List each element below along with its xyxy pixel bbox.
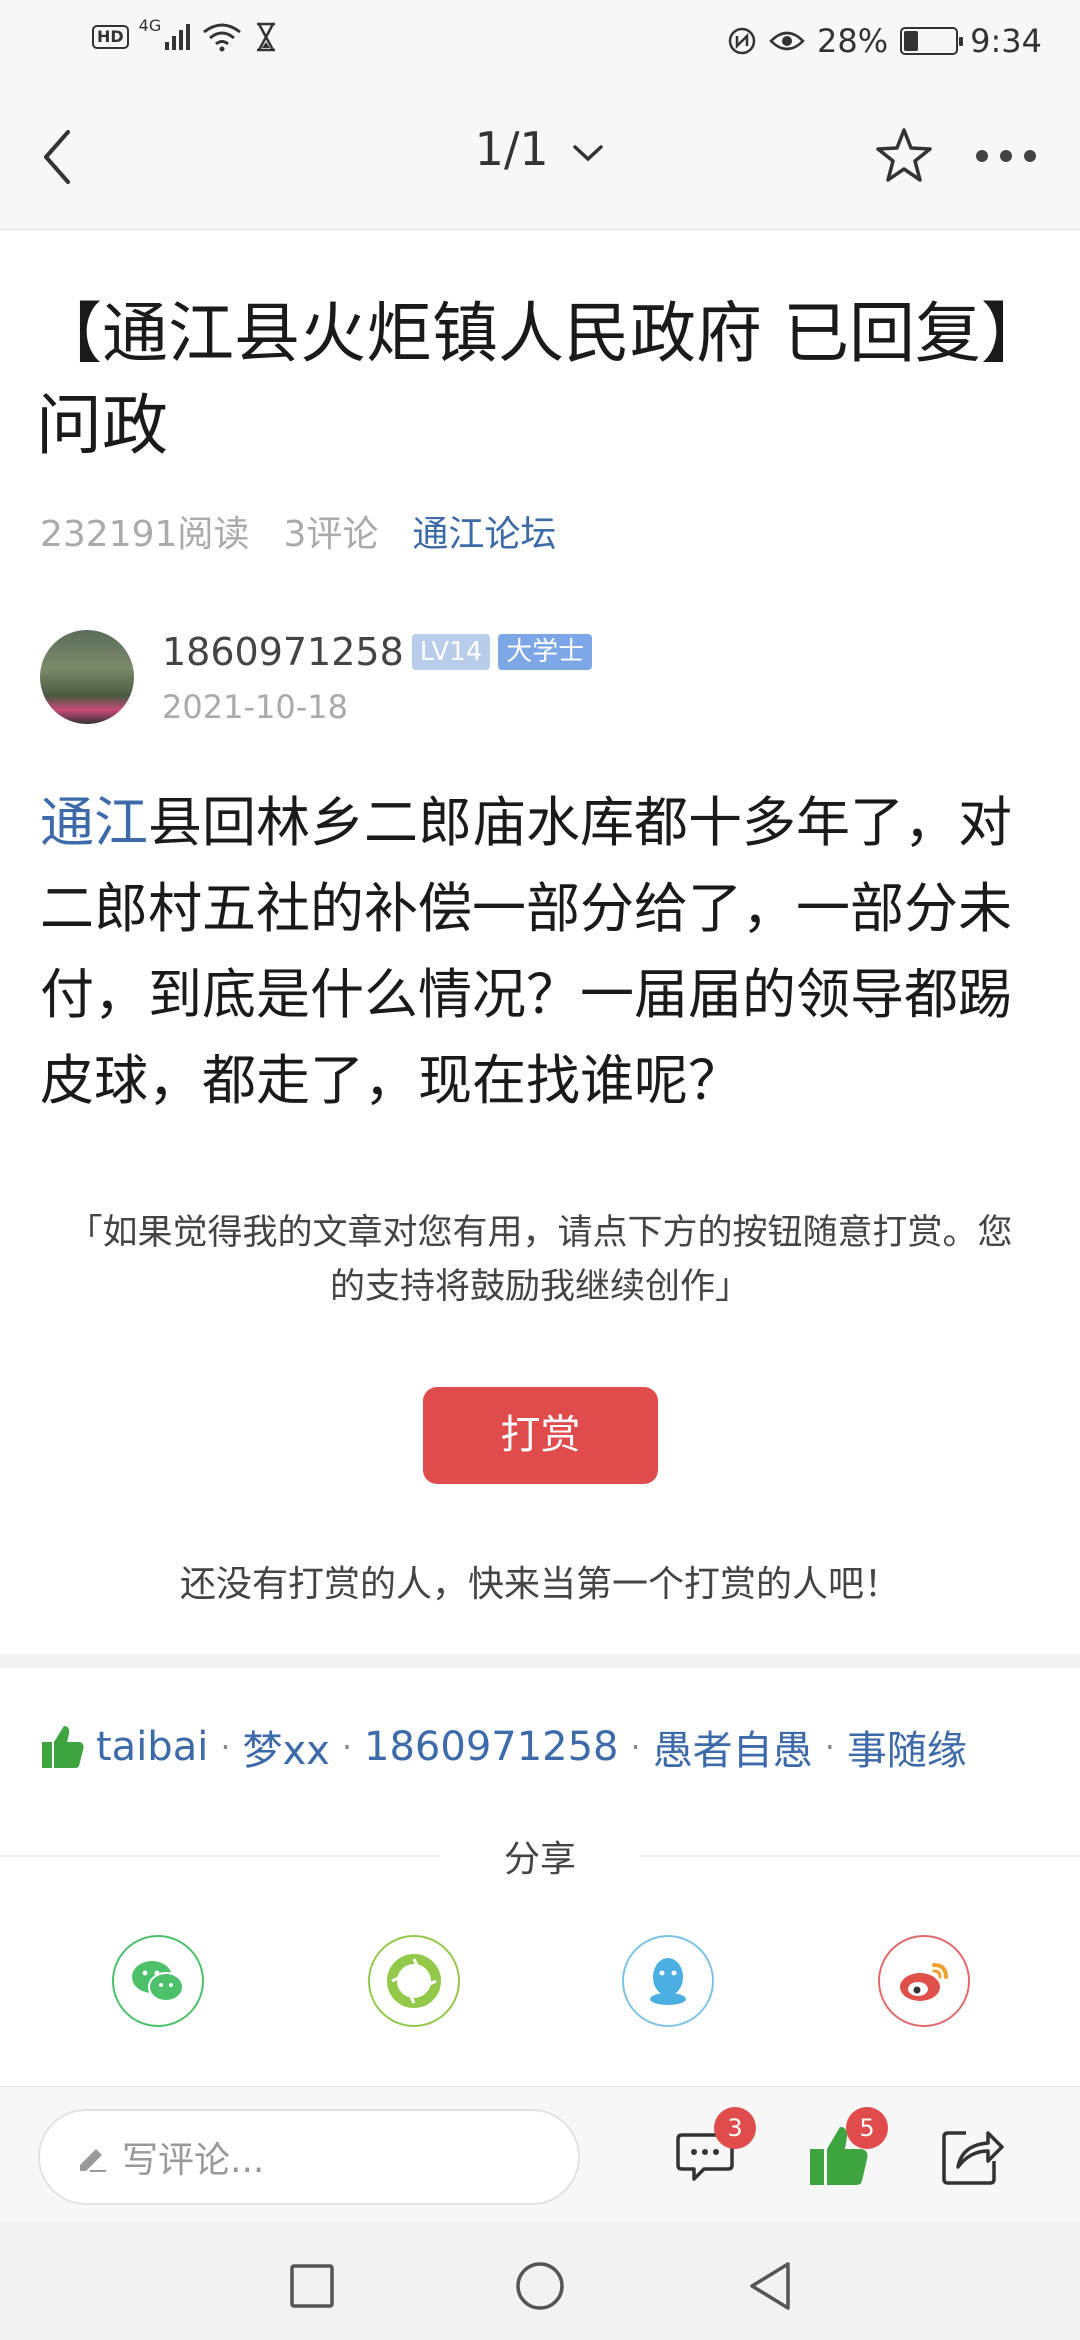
share-icon [942,2131,1004,2185]
status-left-icons: HD 4G [92,16,278,52]
wifi-icon [202,23,241,52]
like-count-badge: 5 [846,2107,888,2149]
status-right-icons: 28% 9:34 [727,22,1042,60]
article-body: 通江县回林乡二郎庙水库都十多年了，对二郎村五社的补偿一部分给了，一部分未付，到底… [40,780,1050,1124]
battery-level-fill [904,31,919,51]
read-count: 232191阅读 [40,514,250,555]
top-nav-bar: 1/1 [0,82,1080,230]
liker-name[interactable]: 愚者自愚 [653,1718,813,1776]
rank-badge: 大学士 [498,634,593,670]
reward-empty-text: 还没有打赏的人，快来当第一个打赏的人吧！ [179,1564,900,1605]
like-button[interactable]: 5 [800,2107,888,2195]
body-link[interactable]: 通江 [40,791,148,854]
comment-bar: 写评论... 3 5 [0,2086,1080,2221]
page-indicator: 1/1 [474,122,549,176]
eye-comfort-icon [769,31,805,51]
comment-count-badge: 3 [714,2107,756,2149]
share-label: 分享 [503,1839,576,1880]
star-icon[interactable] [872,124,936,188]
moments-icon [387,1954,441,2008]
nfc-icon [728,27,756,55]
post-date: 2021-10-18 [162,688,348,726]
chevron-down-icon [573,144,604,161]
hourglass-icon [256,22,275,52]
forum-link[interactable]: 通江论坛 [412,505,556,557]
liker-name[interactable]: 梦xx [243,1718,330,1776]
article-meta: 232191阅读 3评论 通江论坛 [40,505,556,557]
system-nav-bar [0,2221,1080,2340]
pencil-icon [80,2149,106,2172]
liker-name[interactable]: taibai [96,1724,208,1770]
more-dots-icon[interactable] [976,150,1036,162]
separator: · [220,1728,231,1766]
separator: · [630,1728,641,1766]
separator: · [341,1728,353,1766]
home-circle-icon[interactable] [510,2256,570,2316]
comment-count: 3评论 [283,514,379,555]
reward-note: 「如果觉得我的文章对您有用，请点下方的按钮随意打赏。您的支持将鼓励我继续创作」 [67,1213,1013,1307]
body-text: 县回林乡二郎庙水库都十多年了，对二郎村五社的补偿一部分给了，一部分未付，到底是什… [40,791,1012,1112]
wechat-share-button[interactable] [112,1935,204,2027]
author-name[interactable]: 1860971258 [162,630,404,674]
share-button[interactable] [932,2115,1012,2195]
author-block: 1860971258 LV14 大学士 2021-10-18 [40,630,1040,730]
battery-percent: 28% [817,22,889,60]
clock: 9:34 [970,22,1042,60]
likers-row: taibai · 梦xx · 1860971258 · 愚者自愚 · 事随缘 [40,1718,967,1776]
hd-icon: HD [92,25,129,49]
author-name-row: 1860971258 LV14 大学士 [162,630,593,674]
comments-button[interactable]: 3 [668,2107,756,2195]
network-type: 4G [138,16,162,35]
liker-name[interactable]: 事随缘 [847,1718,967,1776]
liker-name[interactable]: 1860971258 [364,1724,619,1770]
reward-button[interactable]: 打赏 [423,1387,658,1484]
level-badge: LV14 [411,634,491,670]
article-title: 【通江县火炬镇人民政府 已回复】问政 [36,295,1014,464]
avatar[interactable] [40,630,134,724]
weibo-share-button[interactable] [878,1935,970,2027]
battery-icon [900,27,964,55]
moments-share-button[interactable] [368,1935,460,2027]
recents-square-icon[interactable] [282,2256,342,2316]
wechat-icon [132,1961,184,2002]
back-triangle-icon[interactable] [740,2256,800,2316]
separator: · [824,1728,835,1766]
thumbs-up-icon [42,1726,84,1768]
qq-icon [650,1958,686,2005]
comment-input[interactable]: 写评论... [38,2109,580,2205]
status-bar: HD 4G 28% 9:34 [0,0,1080,82]
section-divider [0,1654,1080,1668]
weibo-icon [900,1963,948,2001]
signal-icon: 4G [139,16,190,50]
comment-placeholder: 写评论... [122,2140,265,2181]
qq-share-button[interactable] [622,1935,714,2027]
